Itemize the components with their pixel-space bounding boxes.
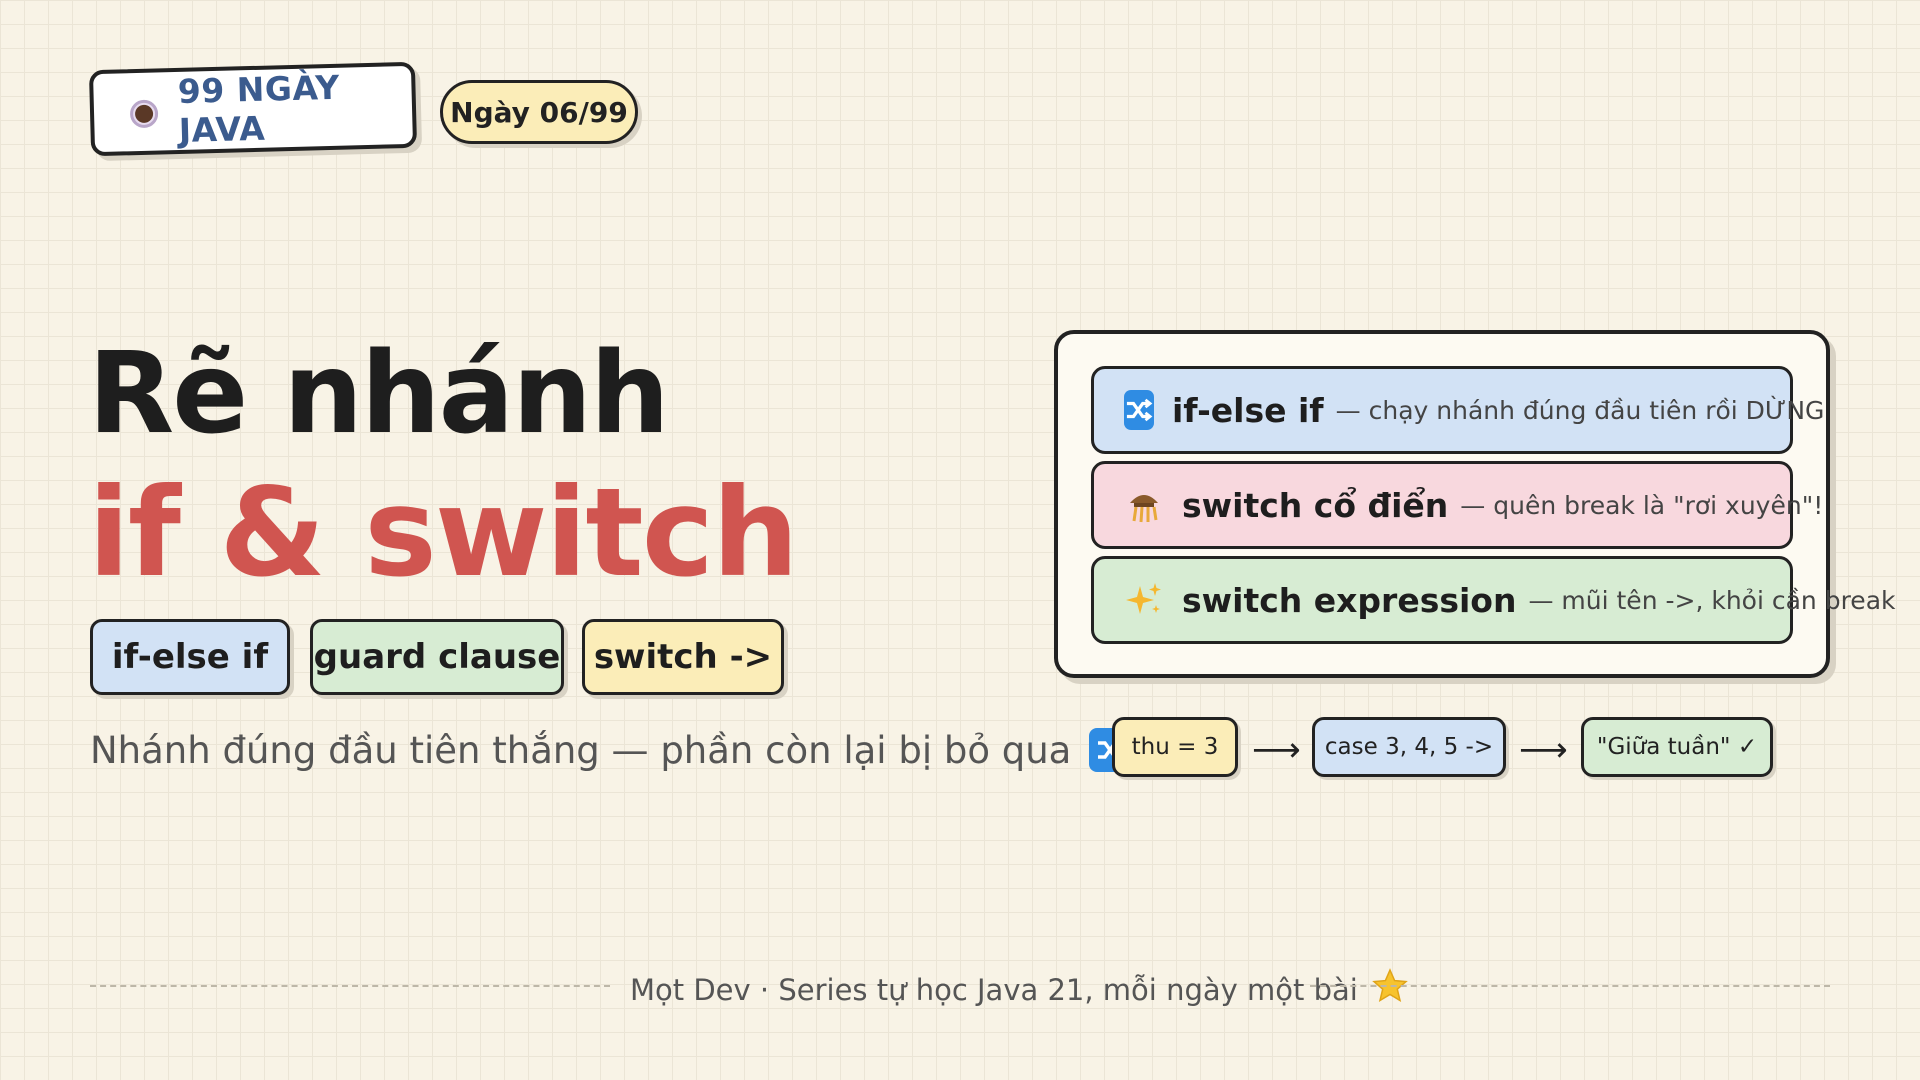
row-description: — chạy nhánh đúng đầu tiên rồi DỪNG [1335,395,1825,425]
card-row-if-else-if: if-else if — chạy nhánh đúng đầu tiên rồ… [1091,366,1824,454]
tag-switch-arrow: switch -> [582,619,784,695]
subtitle: Nhánh đúng đầu tiên thắng — phần còn lại… [90,728,1134,772]
footer-divider-right [1310,985,1830,987]
tag-guard-clause: guard clause [310,619,564,695]
flow-step-input: thu = 3 [1112,717,1238,777]
row-description: — quên break là "rơi xuyên"! [1460,490,1824,520]
footer-divider-left [90,985,610,987]
row-title: if-else if [1172,390,1324,430]
row-title: switch expression [1182,580,1517,620]
card-row-switch-expression: switch expression — mũi tên ->, khỏi cần… [1091,556,1896,644]
brand-label: 99 NGÀY JAVA [177,67,341,150]
footer: Mọt Dev · Series tự học Java 21, mỗi ngà… [630,968,1408,1011]
row-title: switch cổ điển [1182,485,1449,525]
title-line-2: if & switch [88,462,799,604]
sparkles-icon [1124,580,1164,620]
card-row-switch-classic: switch cổ điển — quên break là "rơi xuyê… [1091,461,1823,549]
flow-step-result: "Giữa tuần" ✓ [1581,717,1773,777]
title-line-1: Rẽ nhánh [88,329,670,459]
shuffle-icon [1124,390,1154,430]
row-description: — mũi tên ->, khỏi cần break [1528,585,1896,615]
flow-arrow: ⟶ [1519,730,1568,770]
coffee-cup-icon [128,93,161,130]
day-badge: Ngày 06/99 [440,80,638,144]
subtitle-text: Nhánh đúng đầu tiên thắng — phần còn lại… [90,728,1072,772]
tag-if-else-if: if-else if [90,619,290,695]
flow-step-case: case 3, 4, 5 -> [1312,717,1506,777]
footer-text: Mọt Dev · Series tự học Java 21, mỗi ngà… [630,972,1358,1007]
flow-arrow: ⟶ [1252,730,1301,770]
star-icon [1372,968,1408,1011]
waterfall-icon [1124,485,1164,525]
brand-badge: 99 NGÀY JAVA [88,61,418,157]
